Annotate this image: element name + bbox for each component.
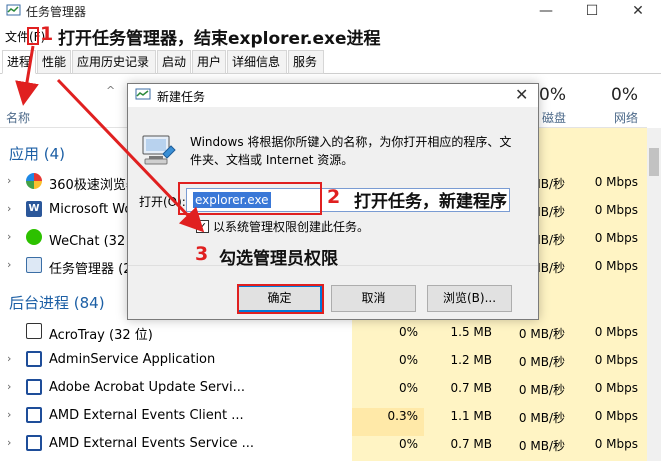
- arrow-to-tabs: [15, 45, 39, 106]
- arrow-to-admin-checkbox: [56, 78, 205, 233]
- annotation-arrows: [15, 45, 205, 233]
